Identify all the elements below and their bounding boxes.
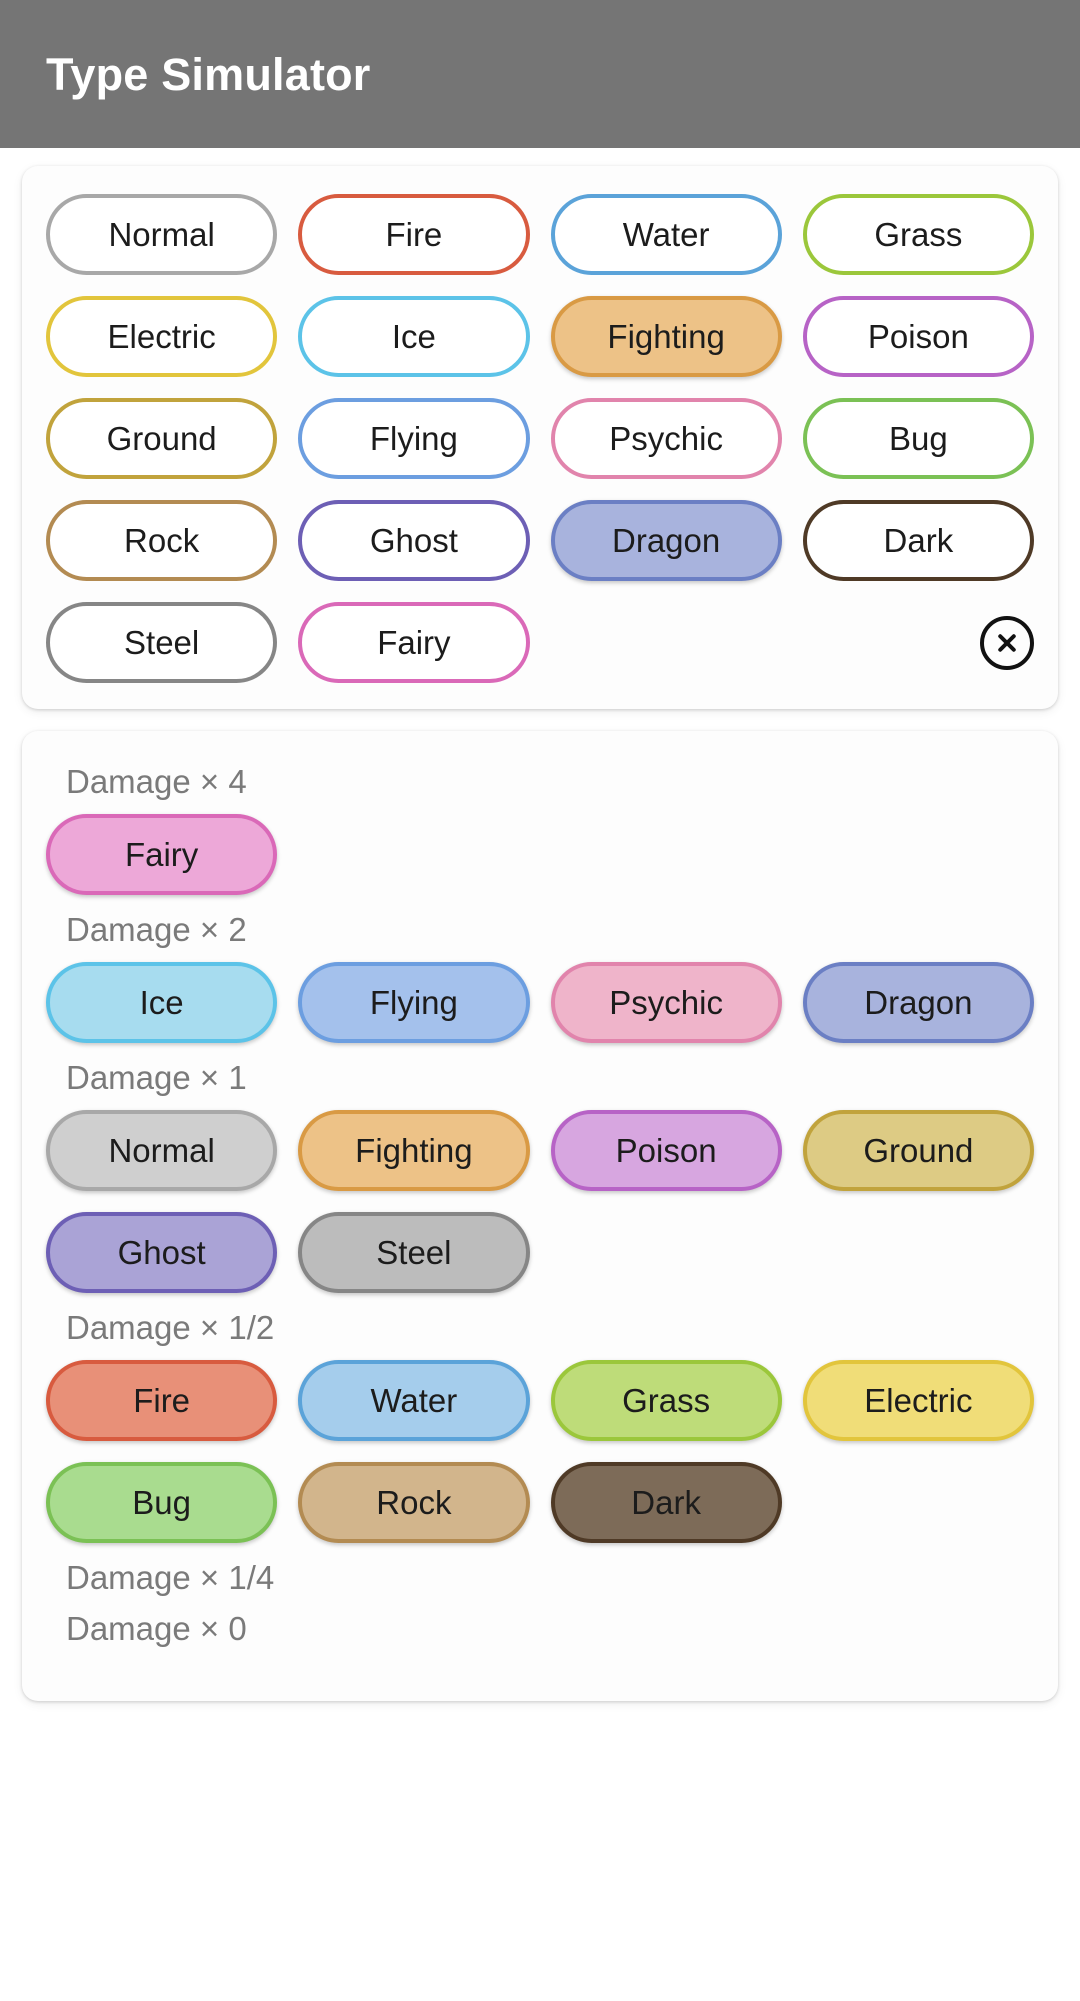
type-chip-label: Rock [124,522,200,559]
result-chip-bug: Bug [46,1462,278,1543]
result-chip-flying: Flying [298,962,530,1043]
app-root: Type Simulator Normal Fire Water Grass Elect… [0,0,1080,2001]
damage-group-label-1-2: Damage × 1/2 [66,1309,275,1346]
result-chip-label: Normal [108,1132,215,1169]
type-chip-ghost[interactable]: Ghost [298,500,530,581]
result-chip-water: Water [298,1360,530,1441]
result-chip-label: Rock [376,1484,452,1521]
type-chip-water[interactable]: Water [550,194,782,275]
result-chip-label: Fighting [355,1132,473,1169]
type-chip-label: Ground [106,420,217,457]
result-chip-grass: Grass [550,1360,782,1441]
type-chip-label: Fire [385,216,443,253]
close-circle-icon [993,629,1021,657]
result-chip-label: Fire [133,1382,191,1419]
type-chip-fairy[interactable]: Fairy [298,602,530,683]
type-chip-label: Poison [867,318,969,355]
result-chip-label: Poison [615,1132,717,1169]
type-chip-label: Steel [124,624,200,661]
type-chip-label: Ghost [369,522,458,559]
type-chip-label: Water [622,216,710,253]
type-chip-label: Dark [883,522,954,559]
type-chip-label: Flying [369,420,458,457]
type-chip-electric[interactable]: Electric [46,296,278,377]
type-chip-label: Normal [108,216,215,253]
result-chip-poison: Poison [550,1110,782,1191]
result-chip-fire: Fire [46,1360,278,1441]
damage-group-types-1: Normal Fighting Poison Ground Ghost Steel [46,1110,1034,1293]
type-chip-fire[interactable]: Fire [298,194,530,275]
result-chip-label: Dark [631,1484,701,1521]
type-chip-steel[interactable]: Steel [46,602,278,683]
result-chip-psychic: Psychic [550,962,782,1043]
type-chip-ice[interactable]: Ice [298,296,530,377]
result-chip-label: Grass [622,1382,711,1419]
result-chip-label: Water [370,1382,458,1419]
result-chip-ice: Ice [46,962,278,1043]
result-chip-ghost: Ghost [46,1212,278,1293]
result-chip-label: Ice [139,984,184,1021]
page-title: Type Simulator [46,48,371,100]
type-chip-label: Fairy [377,624,451,661]
type-chip-label: Grass [874,216,963,253]
damage-group-label-2: Damage × 2 [66,911,247,948]
result-chip-steel: Steel [298,1212,530,1293]
result-chip-label: Bug [132,1484,191,1521]
damage-group-label-4: Damage × 4 [66,763,247,800]
damage-group-types-4: Fairy [46,814,1034,895]
app-bar: Type Simulator [0,0,1080,148]
type-chip-dark[interactable]: Dark [802,500,1034,581]
result-chip-ground: Ground [802,1110,1034,1191]
result-chip-rock: Rock [298,1462,530,1543]
type-chip-rock[interactable]: Rock [46,500,278,581]
type-selector-card: Normal Fire Water Grass Electric Ice Fighting P… [22,166,1058,709]
type-chip-dragon[interactable]: Dragon [550,500,782,581]
result-chip-electric: Electric [802,1360,1034,1441]
result-chip-label: Steel [376,1234,452,1271]
type-chip-bug[interactable]: Bug [802,398,1034,479]
type-chip-flying[interactable]: Flying [298,398,530,479]
type-chip-grass[interactable]: Grass [802,194,1034,275]
damage-group-types-1-2: Fire Water Grass Electric Bug Rock Dark [46,1360,1034,1543]
type-chip-psychic[interactable]: Psychic [550,398,782,479]
result-chip-dragon: Dragon [802,962,1034,1043]
type-chip-poison[interactable]: Poison [802,296,1034,377]
damage-results-list: Damage × 4 Fairy Damage × 2 Ice Flying Psychi… [46,765,1034,1645]
type-chip-label: Dragon [612,522,721,559]
result-chip-label: Ghost [117,1234,206,1271]
type-chip-label: Ice [391,318,436,355]
type-selector-grid: Normal Fire Water Grass Electric Ice Fighting P… [46,194,1034,683]
result-chip-label: Dragon [864,984,973,1021]
page-body: Normal Fire Water Grass Electric Ice Fighting P… [0,148,1080,1701]
clear-selection-button[interactable] [980,615,1034,670]
type-chip-fighting[interactable]: Fighting [550,296,782,377]
type-chip-label: Fighting [607,318,725,355]
result-chip-label: Electric [864,1382,973,1419]
clear-selection-cell [803,602,1034,683]
damage-results-card: Damage × 4 Fairy Damage × 2 Ice Flying Psychi… [22,731,1058,1701]
damage-group-types-2: Ice Flying Psychic Dragon [46,962,1034,1043]
type-chip-label: Bug [889,420,948,457]
type-chip-normal[interactable]: Normal [46,194,278,275]
result-chip-dark: Dark [550,1462,782,1543]
result-chip-label: Fairy [124,836,199,873]
damage-group-label-0: Damage × 0 [66,1610,247,1647]
damage-group-label-1: Damage × 1 [66,1059,247,1096]
damage-group-label-1-4: Damage × 1/4 [66,1559,275,1596]
result-chip-fairy: Fairy [46,814,278,895]
type-chip-ground[interactable]: Ground [46,398,278,479]
result-chip-label: Ground [863,1132,974,1169]
result-chip-normal: Normal [46,1110,278,1191]
result-chip-fighting: Fighting [298,1110,530,1191]
result-chip-label: Psychic [609,984,723,1021]
type-chip-label: Electric [107,318,216,355]
result-chip-label: Flying [369,984,458,1021]
type-chip-label: Psychic [609,420,723,457]
